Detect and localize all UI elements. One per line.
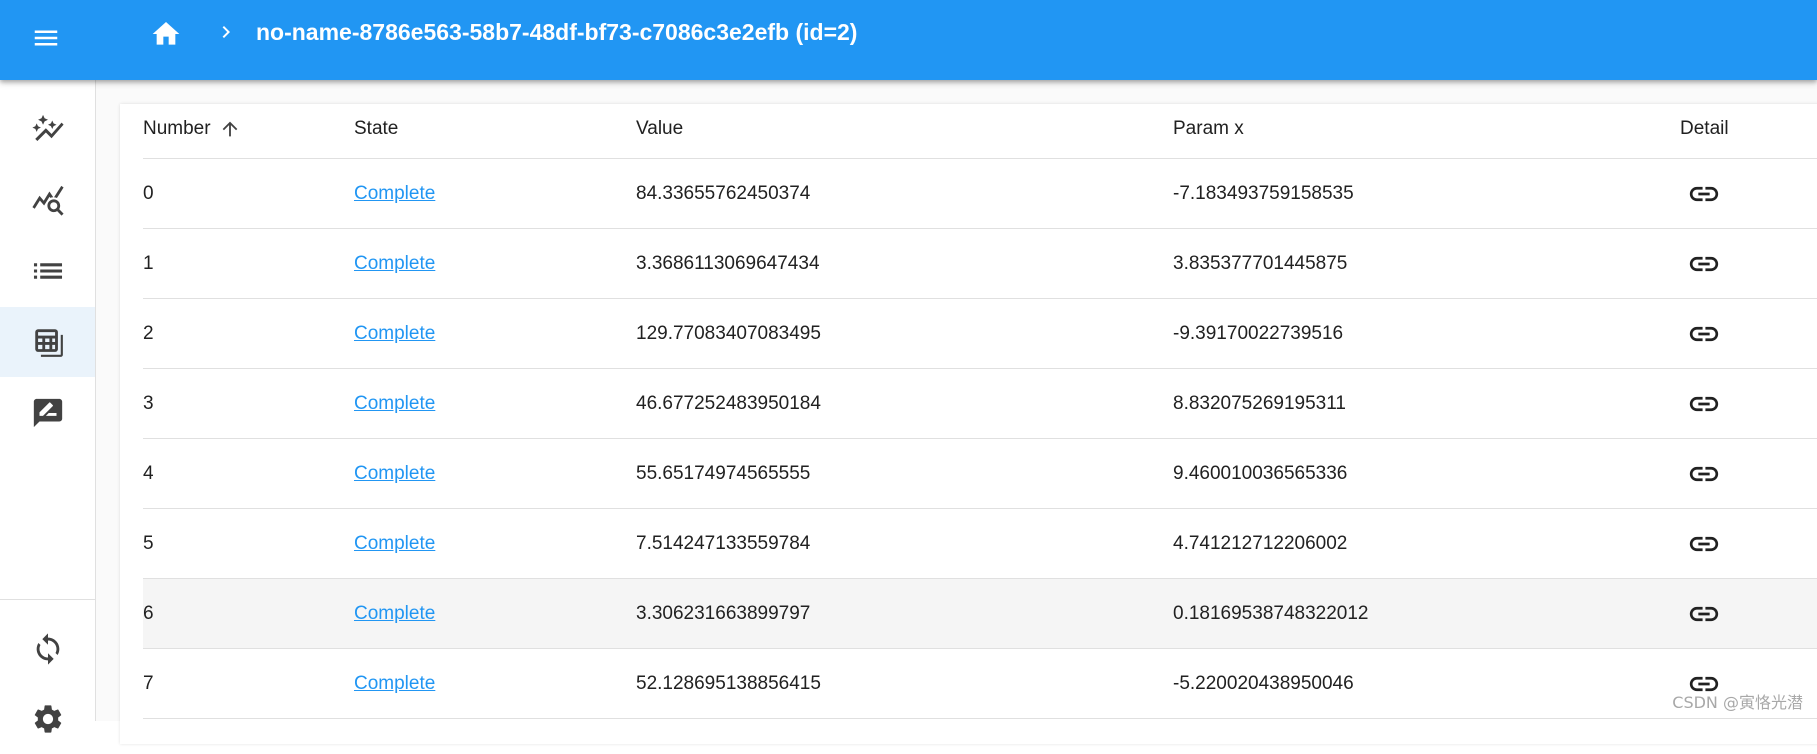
main-content: Number State Value Param x Detail 0 Comp… — [96, 80, 1817, 721]
column-header-value[interactable]: Value — [636, 100, 1173, 159]
cell-value: 84.33655762450374 — [636, 159, 1173, 229]
cell-number: 2 — [143, 299, 354, 369]
breadcrumb-separator — [214, 20, 238, 44]
cell-param-x: 8.832075269195311 — [1173, 369, 1680, 439]
cell-number: 1 — [143, 229, 354, 299]
trials-table: Number State Value Param x Detail 0 Comp… — [143, 100, 1817, 719]
table-row: 4 Complete 55.65174974565555 9.460010036… — [143, 439, 1817, 509]
state-link[interactable]: Complete — [354, 673, 435, 694]
table-row: 1 Complete 3.3686113069647434 3.83537770… — [143, 229, 1817, 299]
cell-number: 0 — [143, 159, 354, 229]
cell-number: 7 — [143, 649, 354, 719]
sidebar-item-analytics[interactable] — [0, 94, 95, 164]
sidebar-divider — [0, 599, 95, 600]
state-link[interactable]: Complete — [354, 393, 435, 414]
table-row: 5 Complete 7.514247133559784 4.741212712… — [143, 509, 1817, 579]
link-icon[interactable] — [1687, 527, 1721, 561]
column-header-number[interactable]: Number — [143, 100, 354, 159]
cell-number: 3 — [143, 369, 354, 439]
cell-number: 5 — [143, 509, 354, 579]
link-icon[interactable] — [1687, 387, 1721, 421]
link-icon[interactable] — [1687, 457, 1721, 491]
sidebar-item-list[interactable] — [0, 236, 95, 306]
table-header-row: Number State Value Param x Detail — [143, 100, 1817, 159]
state-link[interactable]: Complete — [354, 183, 435, 204]
table-row: 7 Complete 52.128695138856415 -5.2200204… — [143, 649, 1817, 719]
sidebar-item-query-stats[interactable] — [0, 165, 95, 235]
chevron-right-icon — [214, 20, 238, 44]
link-icon[interactable] — [1687, 247, 1721, 281]
state-link[interactable]: Complete — [354, 603, 435, 624]
sidebar — [0, 80, 96, 721]
sidebar-item-settings[interactable] — [0, 684, 95, 754]
sidebar-item-reload[interactable] — [0, 614, 95, 684]
table-row: 3 Complete 46.677252483950184 8.83207526… — [143, 369, 1817, 439]
cell-number: 6 — [143, 579, 354, 649]
menu-button[interactable] — [24, 16, 68, 60]
menu-icon — [31, 23, 61, 53]
link-icon[interactable] — [1687, 177, 1721, 211]
state-link[interactable]: Complete — [354, 463, 435, 484]
table-row: 6 Complete 3.306231663899797 0.181695387… — [143, 579, 1817, 649]
cell-value: 52.128695138856415 — [636, 649, 1173, 719]
auto-graph-icon — [31, 112, 65, 146]
list-icon — [31, 254, 65, 288]
cell-param-x: 4.741212712206002 — [1173, 509, 1680, 579]
sync-icon — [31, 632, 65, 666]
state-link[interactable]: Complete — [354, 533, 435, 554]
state-link[interactable]: Complete — [354, 253, 435, 274]
link-icon[interactable] — [1687, 317, 1721, 351]
home-button[interactable] — [144, 12, 188, 56]
cell-param-x: -5.220020438950046 — [1173, 649, 1680, 719]
app-bar: no-name-8786e563-58b7-48df-bf73-c7086c3e… — [0, 0, 1817, 80]
sidebar-item-notes[interactable] — [0, 378, 95, 448]
cell-param-x: 3.835377701445875 — [1173, 229, 1680, 299]
cell-param-x: 9.460010036565336 — [1173, 439, 1680, 509]
cell-param-x: -9.39170022739516 — [1173, 299, 1680, 369]
column-header-state[interactable]: State — [354, 100, 636, 159]
cell-value: 3.306231663899797 — [636, 579, 1173, 649]
cell-number: 4 — [143, 439, 354, 509]
cell-value: 46.677252483950184 — [636, 369, 1173, 439]
query-stats-icon — [31, 183, 65, 217]
state-link[interactable]: Complete — [354, 323, 435, 344]
rate-review-icon — [31, 396, 65, 430]
column-header-detail: Detail — [1680, 100, 1817, 159]
watermark: CSDN @寅恪光潜 — [1672, 689, 1803, 713]
home-icon — [150, 18, 182, 50]
settings-icon — [31, 702, 65, 736]
link-icon[interactable] — [1687, 597, 1721, 631]
cell-value: 3.3686113069647434 — [636, 229, 1173, 299]
cell-value: 55.65174974565555 — [636, 439, 1173, 509]
column-header-param-x[interactable]: Param x — [1173, 100, 1680, 159]
cell-param-x: 0.18169538748322012 — [1173, 579, 1680, 649]
arrow-up-icon — [219, 118, 241, 140]
table-row: 2 Complete 129.77083407083495 -9.3917002… — [143, 299, 1817, 369]
cell-value: 7.514247133559784 — [636, 509, 1173, 579]
cell-value: 129.77083407083495 — [636, 299, 1173, 369]
table-icon — [31, 325, 65, 359]
sidebar-item-table[interactable] — [0, 307, 95, 377]
table-row: 0 Complete 84.33655762450374 -7.18349375… — [143, 159, 1817, 229]
page-title: no-name-8786e563-58b7-48df-bf73-c7086c3e… — [256, 16, 857, 48]
cell-param-x: -7.183493759158535 — [1173, 159, 1680, 229]
